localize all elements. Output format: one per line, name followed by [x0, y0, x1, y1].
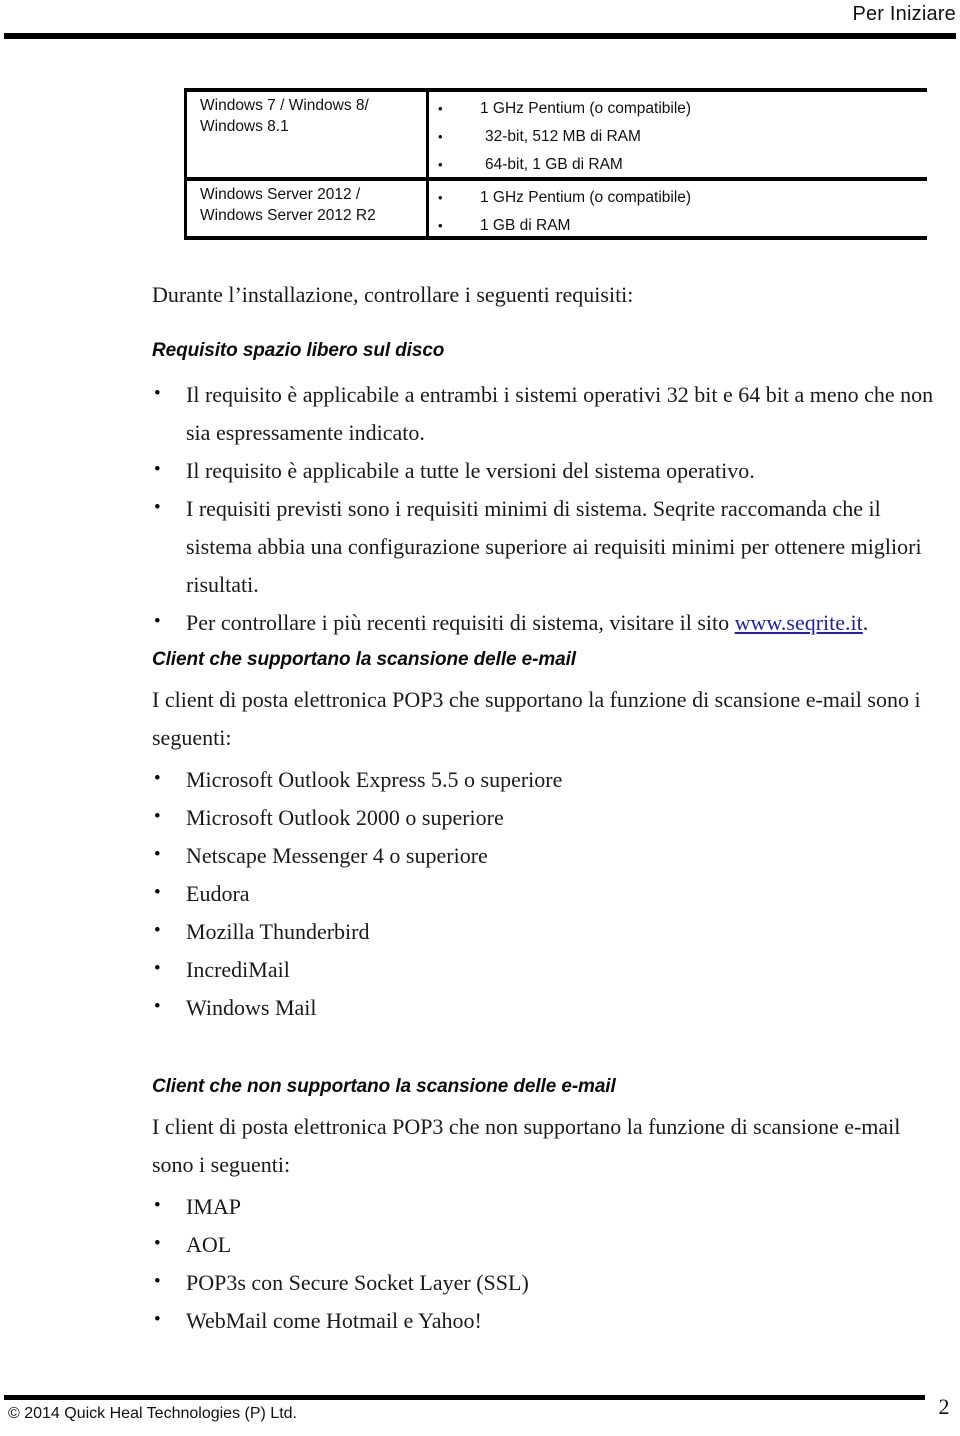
list-item: Il requisito è applicabile a tutte le ve… — [152, 451, 934, 490]
table-row: Windows 7 / Windows 8/ Windows 8.1 1 GHz… — [184, 92, 927, 179]
list-item: WebMail come Hotmail e Yahoo! — [152, 1301, 934, 1340]
list-item: Microsoft Outlook 2000 o superiore — [152, 798, 934, 837]
document-page: Per Iniziare Windows 7 / Windows 8/ Wind… — [0, 0, 960, 1436]
page-header-title: Per Iniziare — [852, 3, 956, 25]
table-cell-specs: 1 GHz Pentium (o compatibile) 1 GB di RA… — [438, 184, 918, 240]
list-item: AOL — [152, 1225, 934, 1264]
spec-bullet-item: 1 GHz Pentium (o compatibile) — [438, 184, 918, 212]
supported-clients-list: Microsoft Outlook Express 5.5 o superior… — [152, 760, 934, 1027]
list-item: Eudora — [152, 874, 934, 913]
footer-copyright: © 2014 Quick Heal Technologies (P) Ltd. — [8, 1405, 297, 1422]
footer-divider-rule — [4, 1395, 925, 1400]
supported-clients-section: Client che supportano la scansione delle… — [152, 645, 934, 1027]
supported-clients-heading: Client che supportano la scansione delle… — [152, 649, 576, 670]
disk-requirement-section: Requisito spazio libero sul disco Il req… — [152, 336, 934, 642]
seqrite-website-link[interactable]: www.seqrite.it — [735, 610, 863, 635]
list-item: IncrediMail — [152, 950, 934, 989]
disk-requirement-list: Il requisito è applicabile a entrambi i … — [152, 375, 934, 642]
link-prefix-text: Per controllare i più recenti requisiti … — [186, 610, 735, 635]
spec-bullet-item: 1 GB di RAM — [438, 212, 918, 240]
list-item: Microsoft Outlook Express 5.5 o superior… — [152, 760, 934, 799]
unsupported-clients-heading: Client che non supportano la scansione d… — [152, 1076, 616, 1097]
table-cell-os: Windows Server 2012 / Windows Server 201… — [200, 186, 376, 224]
intro-paragraph-block: Durante l’installazione, controllare i s… — [152, 276, 934, 314]
unsupported-clients-paragraph: I client di posta elettronica POP3 che n… — [152, 1114, 901, 1177]
list-item: Netscape Messenger 4 o superiore — [152, 836, 934, 875]
header-divider-rule — [4, 33, 956, 39]
table-row: Windows Server 2012 / Windows Server 201… — [184, 181, 927, 240]
list-item: Windows Mail — [152, 988, 934, 1027]
list-item: POP3s con Secure Socket Layer (SSL) — [152, 1263, 934, 1302]
unsupported-clients-list: IMAP AOL POP3s con Secure Socket Layer (… — [152, 1187, 934, 1340]
supported-clients-paragraph: I client di posta elettronica POP3 che s… — [152, 687, 921, 750]
list-item-with-link: Per controllare i più recenti requisiti … — [152, 603, 934, 642]
list-item: IMAP — [152, 1187, 934, 1226]
intro-paragraph: Durante l’installazione, controllare i s… — [152, 282, 634, 307]
list-item: Mozilla Thunderbird — [152, 912, 934, 951]
table-cell-specs: 1 GHz Pentium (o compatibile) 32-bit, 51… — [438, 95, 918, 179]
link-suffix-text: . — [862, 610, 869, 635]
spec-bullet-item: 64-bit, 1 GB di RAM — [438, 151, 918, 179]
disk-requirement-heading: Requisito spazio libero sul disco — [152, 340, 445, 361]
page-number: 2 — [938, 1394, 950, 1419]
list-item: Il requisito è applicabile a entrambi i … — [152, 375, 934, 452]
unsupported-clients-section: Client che non supportano la scansione d… — [152, 1072, 934, 1340]
spec-bullet-item: 32-bit, 512 MB di RAM — [438, 123, 918, 151]
spec-bullet-item: 1 GHz Pentium (o compatibile) — [438, 95, 918, 123]
list-item: I requisiti previsti sono i requisiti mi… — [152, 489, 934, 604]
table-cell-os: Windows 7 / Windows 8/ Windows 8.1 — [200, 97, 369, 135]
